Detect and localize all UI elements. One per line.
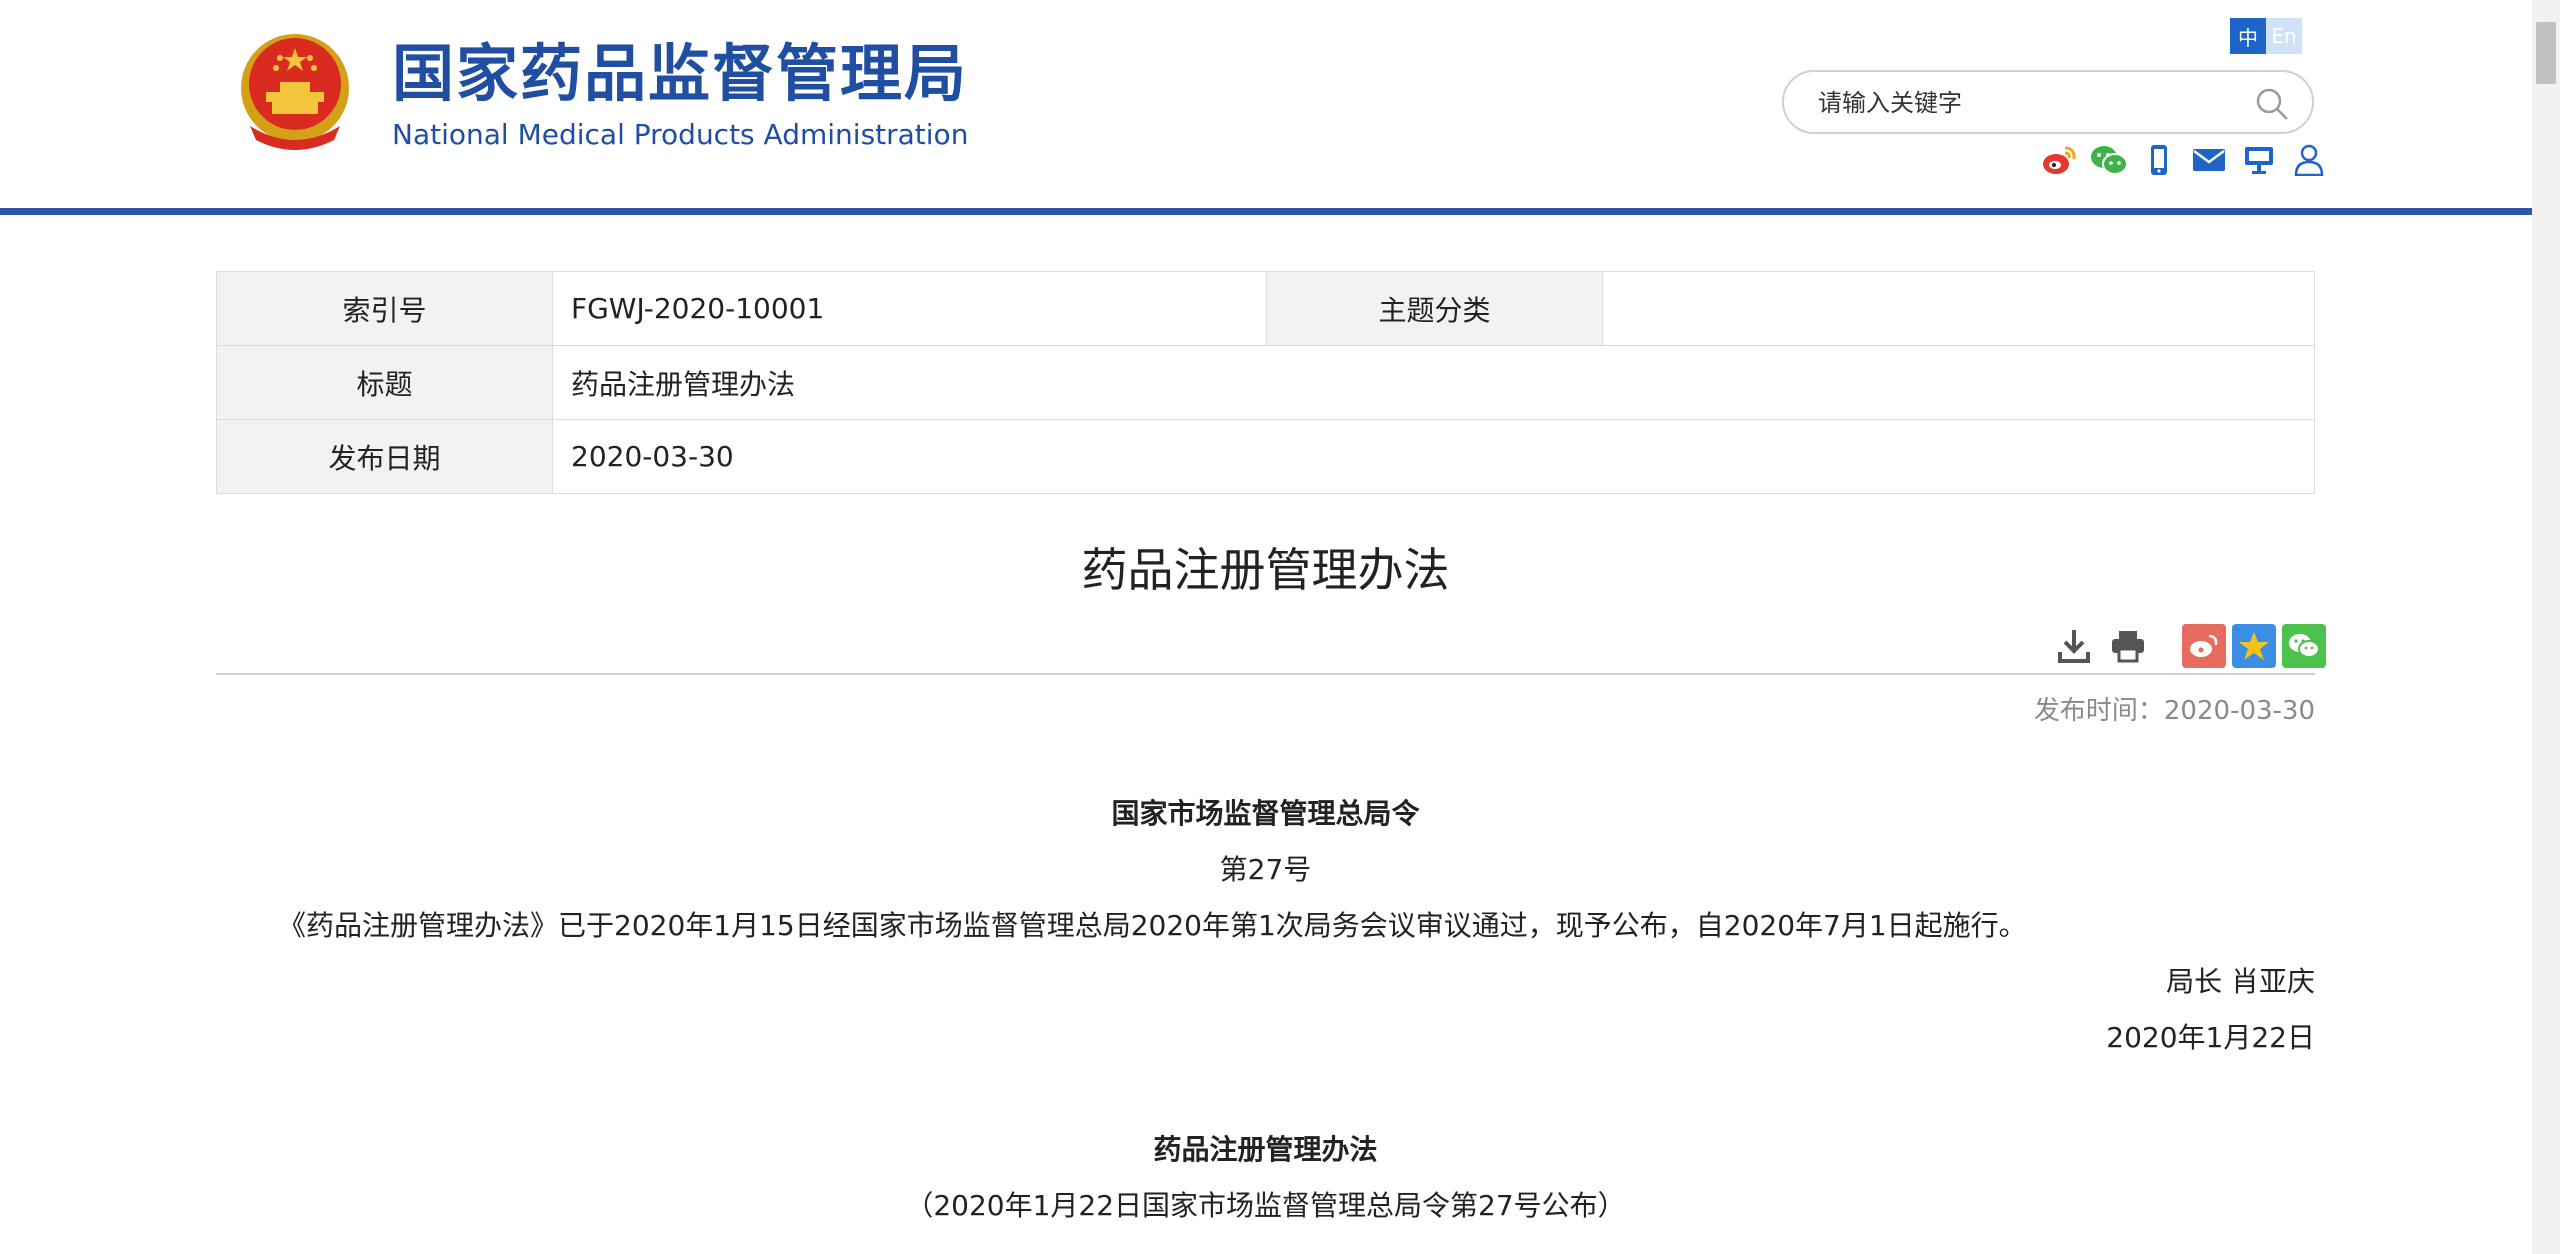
table-row: 索引号 FGWJ-2020-10001 主题分类 <box>216 271 2315 346</box>
search-icon[interactable] <box>2254 86 2290 122</box>
logo-title-en: National Medical Products Administration <box>392 117 969 151</box>
site-header: 国家药品监督管理局 National Medical Products Admi… <box>0 0 2532 212</box>
screen-icon[interactable] <box>2240 142 2278 178</box>
social-links <box>2040 142 2328 178</box>
header-divider <box>0 208 2532 215</box>
print-icon[interactable] <box>2106 624 2150 668</box>
publish-time: 发布时间：2020-03-30 <box>2033 696 2315 726</box>
logo-title-cn: 国家药品监督管理局 <box>392 36 969 110</box>
article-tools <box>2052 624 2326 668</box>
share-wechat-button[interactable] <box>2282 624 2326 668</box>
topic-label: 主题分类 <box>1266 271 1603 346</box>
table-row: 标题 药品注册管理办法 <box>216 345 2315 420</box>
page: 国家药品监督管理局 National Medical Products Admi… <box>0 0 2560 1254</box>
lang-en-button[interactable]: En <box>2266 18 2302 54</box>
document-subtitle: （2020年1月22日国家市场监督管理总局令第27号公布） <box>905 1189 1626 1222</box>
document-info-table: 索引号 FGWJ-2020-10001 主题分类 标题 药品注册管理办法 发布日… <box>216 271 2315 494</box>
mail-icon[interactable] <box>2190 142 2228 178</box>
download-icon[interactable] <box>2052 624 2096 668</box>
topic-value <box>1602 271 2315 346</box>
vertical-scrollbar[interactable] <box>2532 0 2560 1254</box>
lang-cn-button[interactable]: 中 <box>2230 18 2266 54</box>
order-heading: 国家市场监督管理总局令 <box>1111 797 1420 830</box>
signature: 局长 肖亚庆 <box>2166 965 2315 998</box>
document-title: 药品注册管理办法 <box>1153 1133 1378 1166</box>
index-value: FGWJ-2020-10001 <box>552 271 1267 346</box>
user-icon[interactable] <box>2290 142 2328 178</box>
index-label: 索引号 <box>216 271 553 346</box>
sign-date: 2020年1月22日 <box>2106 1021 2315 1054</box>
weibo-icon[interactable] <box>2040 142 2078 178</box>
share-weibo-button[interactable] <box>2182 624 2226 668</box>
mobile-icon[interactable] <box>2140 142 2178 178</box>
order-number: 第27号 <box>1219 853 1312 886</box>
national-emblem-icon <box>241 34 349 150</box>
search-input[interactable] <box>1818 84 2238 122</box>
article-title: 药品注册管理办法 <box>1081 543 1450 597</box>
wechat-icon[interactable] <box>2090 142 2128 178</box>
date-value: 2020-03-30 <box>552 419 2315 494</box>
order-text: 《药品注册管理办法》已于2020年1月15日经国家市场监督管理总局2020年第1… <box>278 909 2027 942</box>
search-box <box>1782 70 2314 134</box>
site-logo[interactable]: 国家药品监督管理局 National Medical Products Admi… <box>236 30 968 154</box>
title-label: 标题 <box>216 345 553 420</box>
title-value: 药品注册管理办法 <box>552 345 2315 420</box>
date-label: 发布日期 <box>216 419 553 494</box>
share-qzone-button[interactable] <box>2232 624 2276 668</box>
language-switch: 中 En <box>2230 18 2302 54</box>
article-divider <box>216 673 2315 675</box>
scrollbar-thumb[interactable] <box>2536 22 2556 84</box>
table-row: 发布日期 2020-03-30 <box>216 419 2315 494</box>
